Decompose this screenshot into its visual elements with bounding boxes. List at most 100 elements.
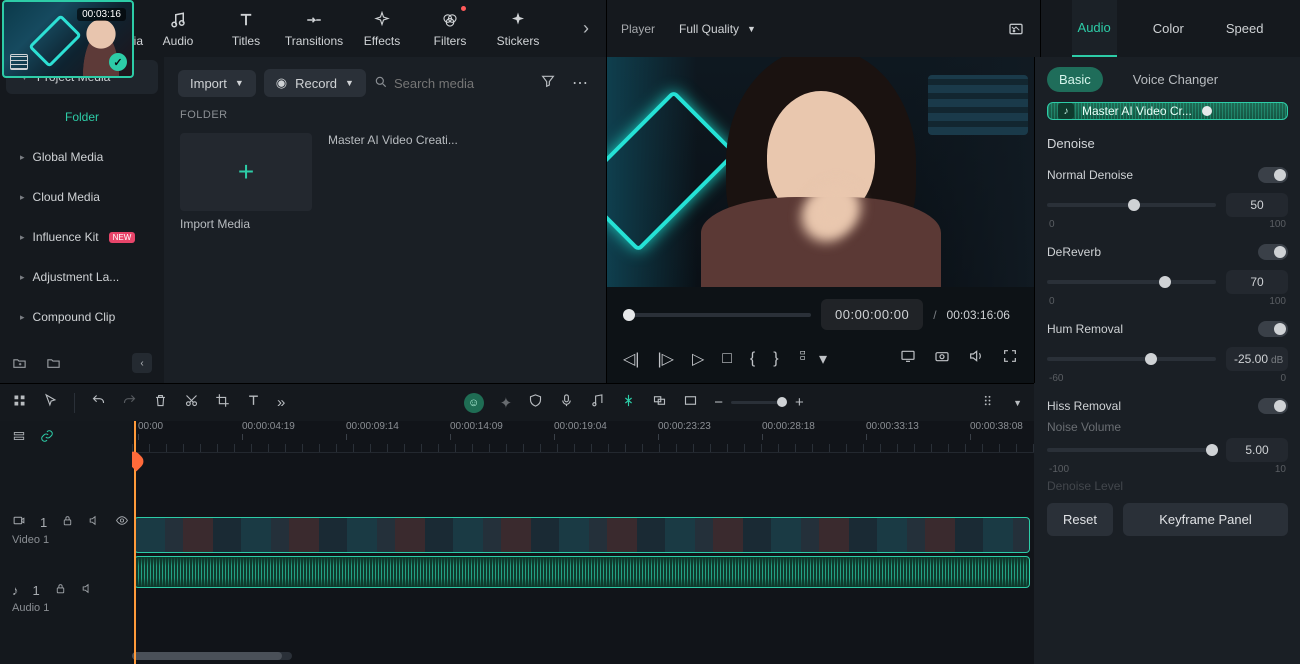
link-icon[interactable] xyxy=(40,429,54,446)
right-tab-audio[interactable]: Audio xyxy=(1072,0,1117,57)
import-button[interactable]: Import▼ xyxy=(178,70,256,97)
play-button[interactable]: ▷ xyxy=(692,349,704,369)
tab-audio[interactable]: Audio xyxy=(144,0,212,57)
zoom-in-icon[interactable]: + xyxy=(795,394,804,411)
sidebar-collapse-button[interactable]: ‹ xyxy=(132,353,152,373)
volume-button[interactable] xyxy=(968,348,984,369)
dereverb-toggle[interactable] xyxy=(1258,244,1288,260)
dereverb-label: DeReverb xyxy=(1047,245,1101,259)
audio-clip-chip[interactable]: ♪ Master AI Video Cr... xyxy=(1047,102,1288,120)
display-button[interactable] xyxy=(900,348,916,369)
hum-removal-value[interactable]: -25.00dB xyxy=(1226,347,1288,371)
lock-icon[interactable] xyxy=(61,514,74,530)
sidebar-influence-kit[interactable]: ▸Influence KitNEW xyxy=(6,220,158,254)
mark-out-button[interactable]: } xyxy=(773,350,778,368)
more-icon[interactable]: ⋯ xyxy=(568,71,592,95)
snapshot-button[interactable] xyxy=(1006,21,1026,37)
hiss-removal-value[interactable]: 5.00 xyxy=(1226,438,1288,462)
hum-removal-slider[interactable] xyxy=(1047,357,1216,361)
crop-icon[interactable] xyxy=(215,393,230,412)
subtab-basic[interactable]: Basic xyxy=(1047,67,1103,92)
keyframe-panel-button[interactable]: Keyframe Panel xyxy=(1123,503,1288,536)
aspect-icon[interactable] xyxy=(683,393,698,412)
new-folder-icon[interactable] xyxy=(12,354,30,372)
sidebar-cloud-media[interactable]: ▸Cloud Media xyxy=(6,180,158,214)
normal-denoise-toggle[interactable] xyxy=(1258,167,1288,183)
tab-filters[interactable]: Filters xyxy=(416,0,484,57)
mic-icon[interactable] xyxy=(559,393,574,412)
reset-button[interactable]: Reset xyxy=(1047,503,1113,536)
denoise-heading: Denoise xyxy=(1047,136,1288,151)
quality-select[interactable]: Full Quality ▼ xyxy=(669,17,766,41)
tab-stickers[interactable]: Stickers xyxy=(484,0,552,57)
mark-in-button[interactable]: { xyxy=(750,350,755,368)
zoom-out-icon[interactable]: − xyxy=(714,394,723,411)
import-media-card[interactable]: + xyxy=(180,133,312,211)
camera-button[interactable] xyxy=(934,348,950,369)
sidebar-adjustment-layer[interactable]: ▸Adjustment La... xyxy=(6,260,158,294)
right-tab-speed[interactable]: Speed xyxy=(1220,0,1270,57)
sidebar-folder[interactable]: Folder xyxy=(6,100,158,134)
media-panel: Import▼ ◉Record▼ ⋯ FOLDER + Import Media… xyxy=(164,57,606,383)
folder-icon[interactable] xyxy=(46,354,64,372)
more-tools-icon[interactable]: » xyxy=(277,394,285,411)
video-preview[interactable] xyxy=(607,57,1034,287)
filter-icon[interactable] xyxy=(536,71,560,96)
dereverb-slider[interactable] xyxy=(1047,280,1216,284)
tab-effects[interactable]: Effects xyxy=(348,0,416,57)
audio-waveform-clip[interactable] xyxy=(134,556,1030,588)
cut-icon[interactable] xyxy=(184,393,199,412)
delete-icon[interactable] xyxy=(153,393,168,412)
razor-icon[interactable] xyxy=(621,393,636,412)
timeline-scrollbar[interactable] xyxy=(132,652,292,660)
visibility-icon[interactable] xyxy=(115,514,129,530)
lock-icon[interactable] xyxy=(54,582,67,598)
shield-icon[interactable] xyxy=(528,393,543,412)
sparkle-icon[interactable]: ✦ xyxy=(500,394,513,412)
group-icon[interactable] xyxy=(652,393,667,412)
playhead[interactable] xyxy=(134,421,136,664)
text-icon[interactable] xyxy=(246,393,261,412)
view-mode-icon[interactable] xyxy=(982,393,997,412)
chevron-down-icon: ▼ xyxy=(235,78,244,88)
chip-handle[interactable] xyxy=(1202,106,1212,116)
record-button[interactable]: ◉Record▼ xyxy=(264,69,366,97)
right-tab-color[interactable]: Color xyxy=(1147,0,1190,57)
next-frame-button[interactable]: |▷ xyxy=(657,349,673,369)
music-tool-icon[interactable] xyxy=(590,393,605,412)
ai-avatar-icon[interactable]: ☺ xyxy=(464,393,484,413)
fullscreen-button[interactable] xyxy=(1002,348,1018,369)
marker-dropdown[interactable]: ▾ xyxy=(797,348,827,369)
timeline-tracks[interactable]: 00:0000:00:04:1900:00:09:1400:00:14:0900… xyxy=(132,421,1034,664)
media-clip-thumbnail[interactable]: 00:03:16 ✓ xyxy=(2,0,134,78)
search-input[interactable] xyxy=(394,76,528,91)
track-count: 1 xyxy=(33,583,40,598)
sidebar-compound-clip[interactable]: ▸Compound Clip xyxy=(6,300,158,334)
track-add-icon[interactable] xyxy=(12,429,26,446)
subtab-voice-changer[interactable]: Voice Changer xyxy=(1121,67,1230,92)
view-dropdown[interactable]: ▼ xyxy=(1013,398,1022,408)
mute-icon[interactable] xyxy=(88,514,101,530)
normal-denoise-slider[interactable] xyxy=(1047,203,1216,207)
right-panel-tabs: Audio Color Speed xyxy=(1040,0,1300,57)
dereverb-value[interactable]: 70 xyxy=(1226,270,1288,294)
normal-denoise-value[interactable]: 50 xyxy=(1226,193,1288,217)
stop-button[interactable]: □ xyxy=(722,350,732,368)
hiss-removal-toggle[interactable] xyxy=(1258,398,1288,414)
timeline-ruler[interactable]: 00:0000:00:04:1900:00:09:1400:00:14:0900… xyxy=(132,421,1034,453)
hum-removal-toggle[interactable] xyxy=(1258,321,1288,337)
video-clip[interactable]: ▶Master AI Video Creation Join the #Film… xyxy=(134,517,1030,553)
prev-frame-button[interactable]: ◁| xyxy=(623,349,639,369)
zoom-slider[interactable] xyxy=(731,401,787,404)
hiss-removal-slider[interactable] xyxy=(1047,448,1216,452)
tab-transitions[interactable]: Transitions xyxy=(280,0,348,57)
mute-icon[interactable] xyxy=(81,582,94,598)
redo-icon[interactable] xyxy=(122,393,137,412)
cursor-icon[interactable] xyxy=(43,393,58,412)
undo-icon[interactable] xyxy=(91,393,106,412)
topnav-more-button[interactable]: › xyxy=(572,18,600,39)
grid-icon[interactable] xyxy=(12,393,27,412)
scrub-slider[interactable] xyxy=(623,313,811,317)
tab-titles[interactable]: Titles xyxy=(212,0,280,57)
sidebar-global-media[interactable]: ▸Global Media xyxy=(6,140,158,174)
